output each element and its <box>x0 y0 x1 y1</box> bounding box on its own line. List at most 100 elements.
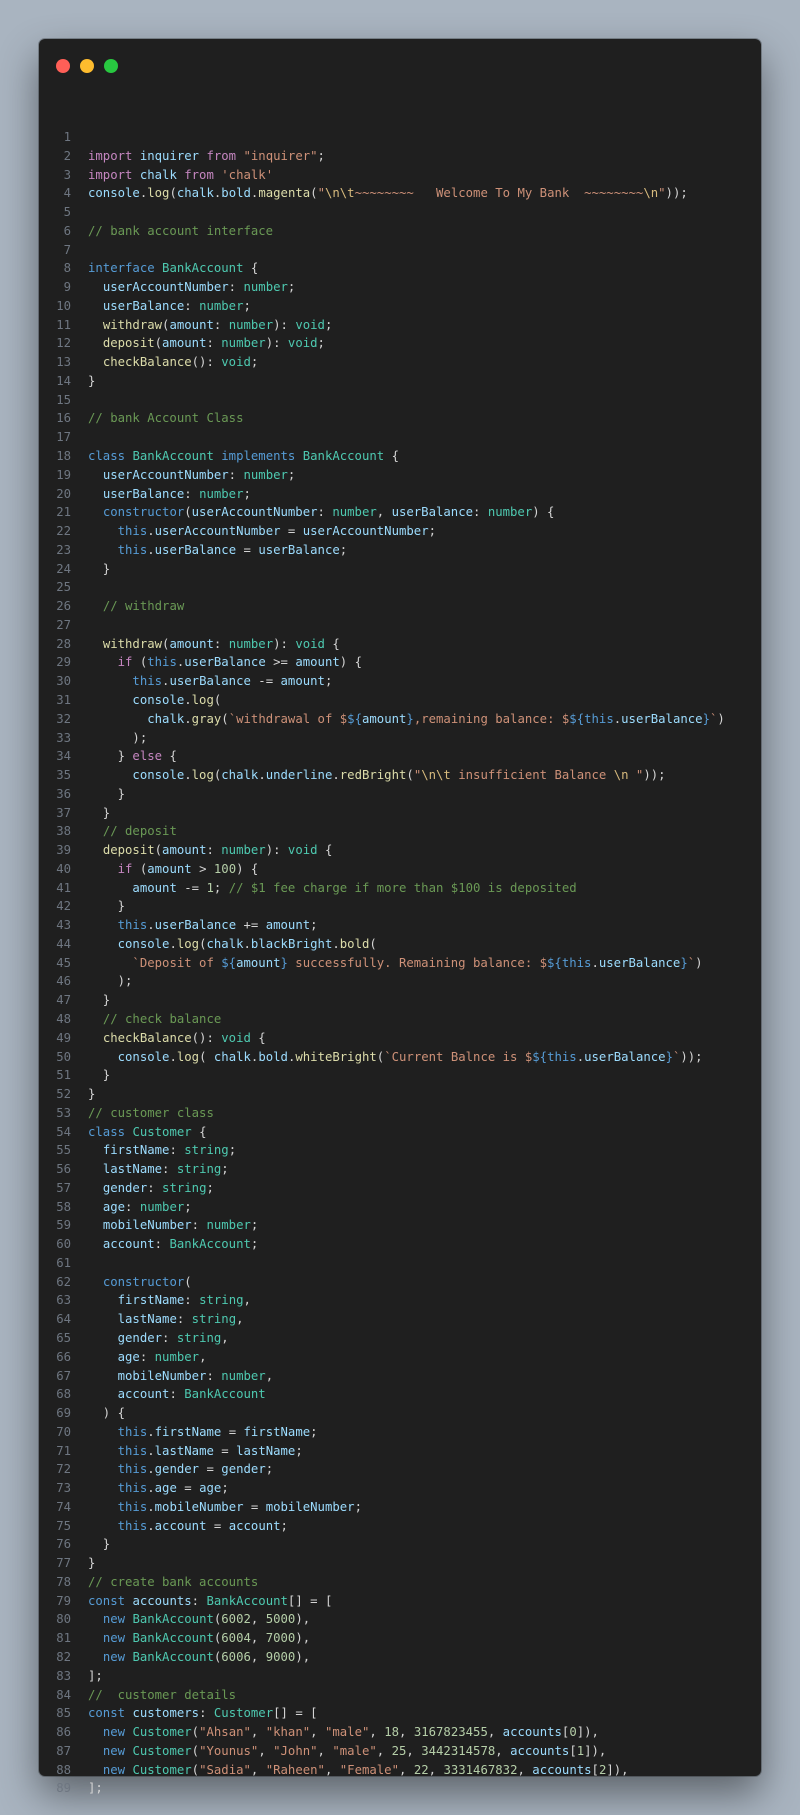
code-text: } <box>88 993 110 1007</box>
code-line: 28 withdraw(amount: number): void { <box>39 635 761 654</box>
code-token: number <box>228 317 274 332</box>
line-number: 45 <box>56 955 71 970</box>
code-token: checkBalance <box>102 355 192 370</box>
code-token: 6004 <box>221 1631 251 1646</box>
code-token: number <box>199 486 244 501</box>
line-number: 49 <box>56 1030 71 1045</box>
code-token: : <box>125 1199 140 1214</box>
code-token: = <box>213 1443 237 1458</box>
line-number: 70 <box>56 1424 71 1439</box>
code-line: 88 new Customer("Sadia", "Raheen", "Fema… <box>39 1761 761 1780</box>
line-number: 74 <box>56 1499 71 1514</box>
code-token: mobileNumber <box>154 1499 244 1514</box>
code-token: = <box>176 1481 200 1496</box>
code-token: inquirer <box>132 148 207 163</box>
line-number: 85 <box>56 1706 71 1721</box>
code-token: ); <box>88 974 133 989</box>
code-token: { <box>243 261 259 276</box>
code-token: // create bank accounts <box>88 1574 259 1589</box>
code-token: { <box>250 1030 266 1045</box>
code-token: , <box>317 1743 333 1758</box>
code-token: BankAccount <box>132 1650 214 1665</box>
line-number: 64 <box>56 1312 71 1327</box>
code-line: 35 console.log(chalk.underline.redBright… <box>39 766 761 785</box>
code-token: ; <box>250 355 259 370</box>
code-line: 38 // deposit <box>39 822 761 841</box>
code-token: , <box>376 505 392 520</box>
code-line: 13 checkBalance(): void; <box>39 353 761 372</box>
code-line: 2 import inquirer from "inquirer"; <box>39 147 761 166</box>
code-token: // $1 fee charge if more than $100 is de… <box>228 880 577 895</box>
code-text: firstName: string; <box>88 1143 236 1157</box>
code-token: , <box>376 1743 392 1758</box>
code-token: lastName <box>236 1443 296 1458</box>
code-token: ( <box>132 861 148 876</box>
code-token: log <box>147 186 170 201</box>
code-token: ): <box>273 317 296 332</box>
code-token: ]), <box>606 1762 629 1777</box>
code-token: number <box>243 467 288 482</box>
code-token: BankAccount <box>184 1387 266 1402</box>
code-token: this <box>117 1462 148 1477</box>
close-dot-icon[interactable] <box>56 59 70 73</box>
code-token: 1 <box>576 1743 585 1758</box>
code-line: 61 <box>39 1254 761 1273</box>
code-token: amount <box>265 918 311 933</box>
line-number: 26 <box>56 599 71 614</box>
code-line: 59 mobileNumber: number; <box>39 1216 761 1235</box>
line-number: 8 <box>63 261 71 276</box>
code-token: this <box>117 1424 148 1439</box>
line-number: 2 <box>63 148 71 163</box>
code-token: : <box>154 1237 170 1252</box>
code-token: import <box>88 167 133 182</box>
code-line: 85 const customers: Customer[] = [ <box>39 1704 761 1723</box>
code-token: , <box>221 1331 229 1345</box>
code-token: const <box>88 1706 126 1721</box>
line-number: 6 <box>63 223 71 238</box>
code-text: amount -= 1; // $1 fee charge if more th… <box>88 880 577 895</box>
code-token: , <box>265 1368 274 1383</box>
code-token: blackBright <box>250 936 333 951</box>
code-token: [ <box>591 1762 599 1777</box>
code-token: underline <box>265 768 333 783</box>
code-token: . <box>147 1424 155 1439</box>
code-text: } <box>88 374 95 388</box>
maximize-dot-icon[interactable] <box>104 59 118 73</box>
code-token: "John" <box>273 1743 318 1758</box>
code-token: // customer class <box>88 1105 214 1120</box>
code-token: } <box>88 1537 111 1552</box>
code-token: class <box>88 1124 126 1139</box>
line-number: 89 <box>56 1781 71 1796</box>
code-token: )); <box>643 768 666 783</box>
code-token: withdraw <box>102 317 163 332</box>
line-number: 73 <box>56 1481 71 1496</box>
code-line: 75 this.account = account; <box>39 1517 761 1536</box>
code-text: this.userBalance -= amount; <box>88 674 332 688</box>
code-text: // customer details <box>88 1688 236 1702</box>
code-token: BankAccount <box>302 449 385 464</box>
code-line: 50 console.log( chalk.bold.whiteBright(`… <box>39 1048 761 1067</box>
code-token: , <box>310 1725 325 1740</box>
code-text: gender: string, <box>88 1331 229 1345</box>
code-text: new Customer("Ahsan", "khan", "male", 18… <box>88 1725 599 1739</box>
line-number: 31 <box>56 692 71 707</box>
line-number: 22 <box>56 524 71 539</box>
code-line: 32 chalk.gray(`withdrawal of $${amount},… <box>39 710 761 729</box>
code-token: this <box>147 655 177 670</box>
code-token: gender <box>117 1331 163 1345</box>
line-number: 34 <box>56 749 71 764</box>
code-line: 37 } <box>39 804 761 823</box>
code-token: Customer <box>132 1743 192 1758</box>
code-token: : <box>162 1331 177 1345</box>
code-token: account <box>102 1237 155 1252</box>
code-token: log <box>191 768 214 783</box>
code-token: . <box>258 768 266 783</box>
line-number: 71 <box>56 1443 71 1458</box>
minimize-dot-icon[interactable] <box>80 59 94 73</box>
